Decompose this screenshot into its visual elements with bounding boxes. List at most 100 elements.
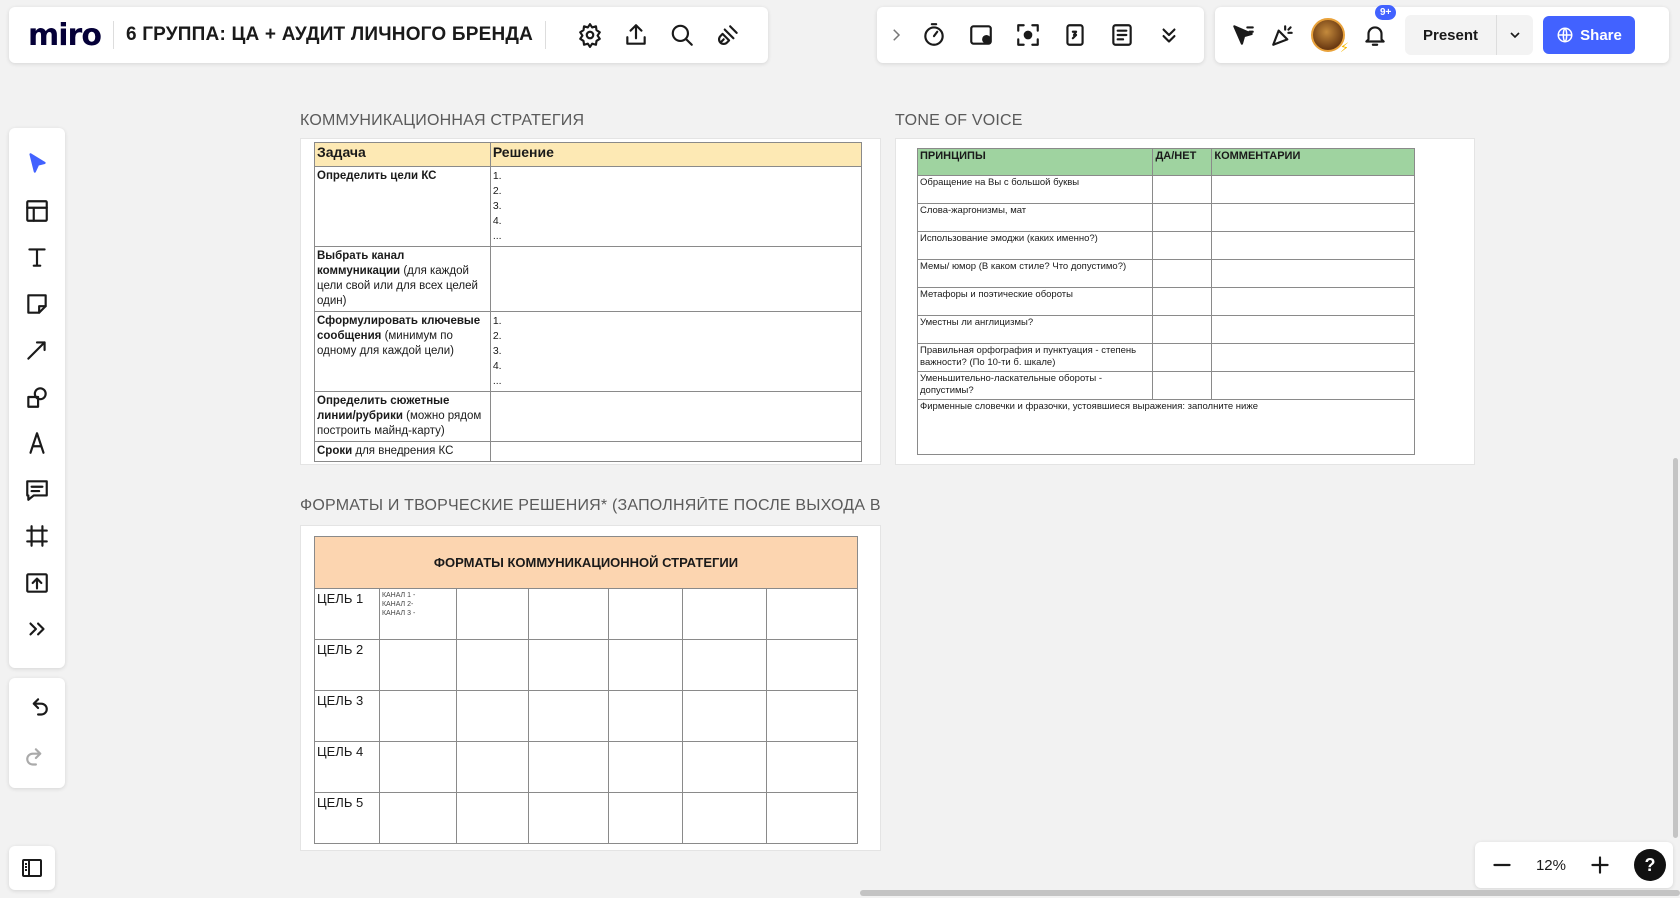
countdown-icon[interactable] <box>1055 15 1095 55</box>
tov-yes-no-cell[interactable] <box>1152 231 1213 260</box>
frame-formats[interactable]: ФОРМАТЫ КОММУНИКАЦИОННОЙ СТРАТЕГИИ ЦЕЛЬ … <box>300 525 881 851</box>
tov-comment-cell[interactable] <box>1211 315 1415 344</box>
ks-task-cell[interactable]: Определить цели КС <box>314 166 491 247</box>
ks-solution-cell[interactable] <box>489 391 863 442</box>
format-cell[interactable] <box>607 792 684 844</box>
tov-footer[interactable]: Фирменные словечки и фразочки, устоявшие… <box>917 399 1415 455</box>
chevron-down-icon[interactable] <box>1497 27 1533 43</box>
board-panel-toggle[interactable] <box>9 846 55 890</box>
tov-yes-no-cell[interactable] <box>1152 175 1213 204</box>
format-cell[interactable] <box>766 792 858 844</box>
tov-comment-cell[interactable] <box>1211 371 1415 400</box>
frame-ks[interactable]: Задача Решение Определить цели КС 1. 2. 3.… <box>300 138 881 465</box>
format-cell[interactable] <box>455 690 529 742</box>
format-cell[interactable] <box>455 588 529 640</box>
celebrate-icon[interactable] <box>1263 15 1303 55</box>
goal-cell[interactable]: ЦЕЛЬ 1 <box>314 588 380 640</box>
tov-comment-cell[interactable] <box>1211 259 1415 288</box>
format-cell[interactable] <box>766 741 858 793</box>
format-cell[interactable] <box>766 639 858 691</box>
format-cell[interactable] <box>378 741 457 793</box>
export-icon[interactable] <box>616 15 656 55</box>
shapes-icon[interactable] <box>17 377 57 417</box>
ks-task-cell[interactable]: Выбрать канал коммуникации (для каждой ц… <box>314 246 491 312</box>
vertical-scrollbar[interactable] <box>1673 458 1678 838</box>
format-cell[interactable] <box>682 639 768 691</box>
timer-icon[interactable] <box>914 15 954 55</box>
format-cell[interactable] <box>607 741 684 793</box>
upload-icon[interactable] <box>17 563 57 603</box>
format-cell[interactable] <box>527 639 609 691</box>
tov-principle[interactable]: Уместны ли англицизмы? <box>916 315 1154 344</box>
horizontal-scrollbar[interactable] <box>860 890 1680 896</box>
pen-icon[interactable] <box>17 423 57 463</box>
frame-title-formats[interactable]: ФОРМАТЫ И ТВОРЧЕСКИЕ РЕШЕНИЯ* (ЗАПОЛНЯЙТ… <box>300 497 882 515</box>
zoom-out-icon[interactable] <box>1482 845 1522 885</box>
redo-icon[interactable] <box>17 738 57 778</box>
format-cell[interactable] <box>682 741 768 793</box>
bell-icon[interactable]: 9+ <box>1355 5 1397 55</box>
format-cell[interactable] <box>527 690 609 742</box>
tov-comment-cell[interactable] <box>1211 343 1415 372</box>
select-tool-icon[interactable] <box>17 144 57 184</box>
miro-logo[interactable]: miro <box>28 18 102 53</box>
tov-comment-cell[interactable] <box>1211 203 1415 232</box>
card-vote-icon[interactable] <box>961 15 1001 55</box>
tov-principle[interactable]: Мемы/ юмор (В каком стиле? Что допустимо… <box>916 259 1154 288</box>
tov-principle[interactable]: Обращение на Вы с большой буквы <box>916 175 1154 204</box>
format-cell[interactable] <box>455 741 529 793</box>
zoom-level[interactable]: 12% <box>1536 857 1566 874</box>
comment-icon[interactable] <box>17 470 57 510</box>
format-cell[interactable] <box>378 639 457 691</box>
goal-cell[interactable]: ЦЕЛЬ 2 <box>314 639 380 691</box>
tov-principle[interactable]: Правильная орфография и пунктуация - сте… <box>916 343 1154 372</box>
format-cell[interactable] <box>527 741 609 793</box>
connection-line-icon[interactable] <box>17 330 57 370</box>
format-cell[interactable] <box>455 792 529 844</box>
goal-cell[interactable]: ЦЕЛЬ 3 <box>314 690 380 742</box>
formats-header[interactable]: ФОРМАТЫ КОММУНИКАЦИОННОЙ СТРАТЕГИИ <box>314 536 858 589</box>
format-cell[interactable] <box>766 690 858 742</box>
chevrons-down-icon[interactable] <box>1149 15 1189 55</box>
goal-cell[interactable]: ЦЕЛЬ 4 <box>314 741 380 793</box>
tov-principle[interactable]: Использование эмоджи (каких именно?) <box>916 231 1154 260</box>
format-cell[interactable] <box>607 690 684 742</box>
search-icon[interactable] <box>662 15 702 55</box>
tov-header-principles[interactable]: ПРИНЦИПЫ <box>916 148 1154 176</box>
tov-comment-cell[interactable] <box>1211 287 1415 316</box>
ks-header-solution[interactable]: Решение <box>489 142 863 167</box>
tov-yes-no-cell[interactable] <box>1152 203 1213 232</box>
tov-header-comments[interactable]: КОММЕНТАРИИ <box>1211 148 1415 176</box>
format-cell[interactable] <box>527 588 609 640</box>
tov-comment-cell[interactable] <box>1211 175 1415 204</box>
templates-icon[interactable] <box>17 191 57 231</box>
tov-yes-no-cell[interactable] <box>1152 343 1213 372</box>
format-cell[interactable] <box>682 792 768 844</box>
channels-cell[interactable]: КАНАЛ 1 - КАНАЛ 2- КАНАЛ 3 - <box>378 588 457 640</box>
ks-task-cell[interactable]: Сформулировать ключевые сообщения (миним… <box>314 311 491 392</box>
format-cell[interactable] <box>378 792 457 844</box>
sticky-note-icon[interactable] <box>17 284 57 324</box>
tov-header-yes-no[interactable]: ДА/НЕТ <box>1152 148 1213 176</box>
tov-principle[interactable]: Уменьшительно-ласкательные обороты - доп… <box>916 371 1154 400</box>
format-cell[interactable] <box>682 588 768 640</box>
tov-comment-cell[interactable] <box>1211 231 1415 260</box>
settings-icon[interactable] <box>570 15 610 55</box>
format-cell[interactable] <box>527 792 609 844</box>
ks-header-task[interactable]: Задача <box>314 142 491 167</box>
text-tool-icon[interactable] <box>17 237 57 277</box>
frame-title-ks[interactable]: КОММУНИКАЦИОННАЯ СТРАТЕГИЯ <box>300 112 584 130</box>
format-cell[interactable] <box>455 639 529 691</box>
frame-tov[interactable]: ПРИНЦИПЫ ДА/НЕТ КОММЕНТАРИИ Обращение на… <box>895 138 1475 465</box>
share-button[interactable]: Share <box>1543 16 1636 54</box>
notes-icon[interactable] <box>1102 15 1142 55</box>
tov-principle[interactable]: Слова-жаргонизмы, мат <box>916 203 1154 232</box>
chevron-right-icon[interactable] <box>885 15 907 55</box>
frame-title-tov[interactable]: TONE OF VOICE <box>895 112 1023 130</box>
format-cell[interactable] <box>766 588 858 640</box>
help-icon[interactable]: ? <box>1633 849 1666 881</box>
goal-cell[interactable]: ЦЕЛЬ 5 <box>314 792 380 844</box>
format-cell[interactable] <box>682 690 768 742</box>
present-button[interactable]: Present <box>1405 15 1498 55</box>
format-cell[interactable] <box>607 639 684 691</box>
